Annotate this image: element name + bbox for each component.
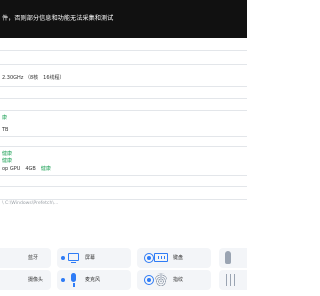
test-label: 麦克风 — [85, 277, 101, 283]
test-tile-fingerprint[interactable]: 指纹 — [137, 270, 211, 290]
test-tile-keyboard[interactable]: 键盘 — [137, 248, 211, 268]
test-label: 键盘 — [173, 255, 184, 261]
hardware-info-list: 2.30GHz （8核 16线程） 康 TB 健康 健康 op GPU 4GB 健康… — [0, 38, 247, 209]
info-row — [0, 187, 247, 200]
gpu-name: op GPU — [2, 166, 21, 172]
test-tile-touch[interactable] — [219, 248, 247, 268]
gpu-health-badge: 健康 — [2, 151, 13, 157]
gpu-memory: 4GB — [25, 166, 36, 172]
test-tile-microphone[interactable]: 麦克风 — [57, 270, 131, 290]
device-test-panel: 蓝牙 屏幕 键盘 摄像头 麦克风 指纹 — [0, 246, 247, 296]
status-dot — [61, 278, 65, 282]
toggle-icon — [144, 253, 154, 263]
test-label: 摄像头 — [28, 277, 44, 283]
hardware-info-page: 件，否则部分信息和功能无法采集和测试 2.30GHz （8核 16线程） 康 T… — [0, 0, 247, 296]
gpu-status-badge: 健康 — [40, 166, 51, 172]
storage-health-badge: 康 — [2, 115, 8, 121]
banner-text: 件，否则部分信息和功能无法采集和测试 — [2, 15, 114, 22]
touch-icon — [225, 251, 231, 264]
info-row — [0, 137, 247, 147]
sliders-icon — [224, 274, 237, 286]
permission-warning-banner: 件，否则部分信息和功能无法采集和测试 — [0, 0, 247, 38]
test-label: 蓝牙 — [28, 255, 39, 261]
status-dot — [61, 256, 65, 260]
test-tile-sliders[interactable] — [219, 270, 247, 290]
file-path: \ C:\Windows\Prefetch\... — [2, 201, 59, 206]
info-row — [0, 51, 247, 65]
keyboard-icon — [154, 253, 168, 262]
path-row: \ C:\Windows\Prefetch\... — [0, 200, 247, 209]
disk-size: TB — [2, 127, 9, 133]
cpu-row: 2.30GHz （8核 16线程） — [0, 65, 247, 87]
fingerprint-icon — [155, 273, 167, 287]
test-tile-camera[interactable]: 摄像头 — [0, 270, 51, 290]
microphone-icon — [71, 273, 76, 287]
info-row — [0, 99, 247, 111]
info-row — [0, 176, 247, 187]
gpu-row: 健康 健康 op GPU 4GB 健康 — [0, 147, 247, 176]
test-tile-bluetooth[interactable]: 蓝牙 — [0, 248, 51, 268]
info-row — [0, 38, 247, 51]
test-label: 指纹 — [173, 277, 184, 283]
gpu-spec: op GPU 4GB 健康 — [2, 165, 51, 172]
info-row — [0, 87, 247, 99]
screen-icon — [68, 253, 79, 264]
gpu-health-badge: 健康 — [2, 158, 13, 164]
toggle-icon — [144, 275, 154, 285]
test-tile-screen[interactable]: 屏幕 — [57, 248, 131, 268]
storage-row: 康 TB — [0, 111, 247, 137]
cpu-spec: 2.30GHz （8核 16线程） — [2, 75, 65, 81]
test-label: 屏幕 — [85, 255, 96, 261]
